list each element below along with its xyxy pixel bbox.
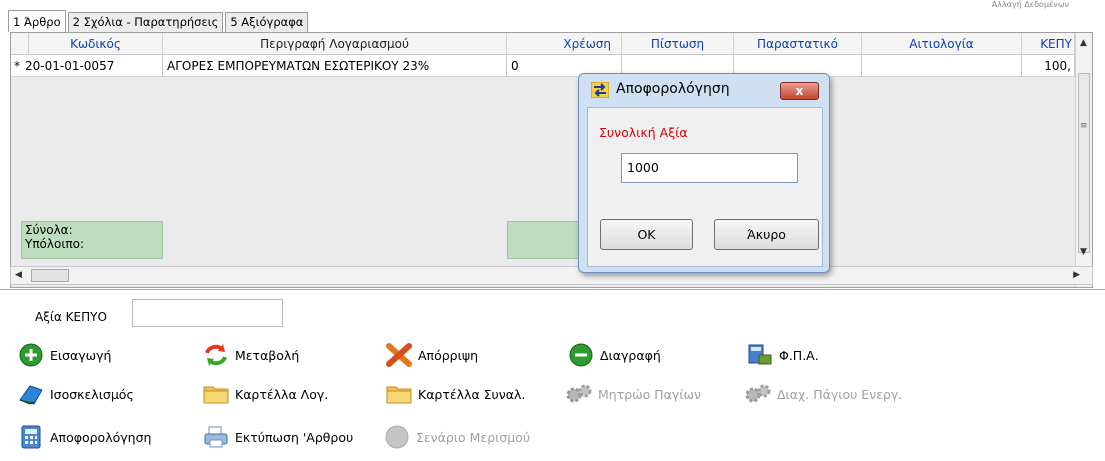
account-card-label: Καρτέλλα Λογ. bbox=[235, 386, 329, 402]
print-entry-button[interactable]: Εκτύπωση 'Αρθρου bbox=[203, 424, 353, 450]
asset-management-button[interactable]: Διαχ. Πάγιου Ενεργ. bbox=[745, 381, 902, 407]
cell-code[interactable]: 20-01-01-0057 bbox=[21, 55, 163, 77]
corner-hint-text: Αλλαγή Δεδομένων bbox=[991, 0, 1069, 9]
horizontal-scroll-thumb[interactable] bbox=[31, 269, 69, 282]
keptyo-input[interactable] bbox=[132, 299, 283, 327]
vat-calculator-icon bbox=[747, 342, 773, 368]
tab-strip: 1 Άρθρο 2 Σχόλια - Παρατηρήσεις 5 Αξιόγρ… bbox=[8, 10, 310, 32]
col-header-description[interactable]: Περιγραφή Λογαριασμού bbox=[163, 33, 507, 55]
tax-removal-label: Αποφορολόγηση bbox=[50, 429, 152, 445]
grid-header: Κωδικός Περιγραφή Λογαριασμού Χρέωση Πίσ… bbox=[11, 33, 1075, 55]
reject-button[interactable]: Απόρριψη bbox=[386, 342, 478, 368]
add-circle-icon bbox=[18, 342, 44, 368]
entries-grid: Κωδικός Περιγραφή Λογαριασμού Χρέωση Πίσ… bbox=[10, 32, 1093, 288]
dialog-title: Αποφορολόγηση bbox=[616, 81, 730, 97]
vertical-scrollbar[interactable]: ▲ ≡ ▼ bbox=[1075, 33, 1092, 287]
close-icon[interactable]: x bbox=[780, 82, 819, 100]
dialog-titlebar[interactable]: Αποφορολόγηση x bbox=[579, 74, 829, 104]
folder-icon bbox=[386, 381, 412, 407]
dialog-app-icon bbox=[590, 81, 610, 101]
balance-label: Ισοσκελισμός bbox=[50, 386, 134, 402]
tab-comments[interactable]: 2 Σχόλια - Παρατηρήσεις bbox=[67, 12, 224, 32]
account-card-button[interactable]: Καρτέλλα Λογ. bbox=[203, 381, 328, 407]
insert-label: Εισαγωγή bbox=[50, 347, 112, 363]
asset-register-button[interactable]: Μητρώο Παγίων bbox=[566, 381, 701, 407]
col-header-reason[interactable]: Αιτιολογία bbox=[862, 33, 1022, 55]
dialog-body: Συνολική Αξία 1000 OK Άκυρο bbox=[587, 107, 823, 267]
vat-button[interactable]: Φ.Π.Α. bbox=[747, 342, 819, 368]
scroll-right-icon[interactable]: ▶ bbox=[1073, 270, 1080, 280]
ok-button[interactable]: OK bbox=[600, 219, 693, 250]
partner-card-label: Καρτέλλα Συναλ. bbox=[418, 386, 526, 402]
tax-removal-button[interactable]: Αποφορολόγηση bbox=[18, 424, 151, 450]
vat-label: Φ.Π.Α. bbox=[779, 347, 819, 363]
asset-management-label: Διαχ. Πάγιου Ενεργ. bbox=[777, 386, 903, 402]
allocation-scenario-button[interactable]: Σενάριο Μερισμού bbox=[384, 424, 530, 450]
col-header-debit[interactable]: Χρέωση bbox=[507, 33, 622, 55]
total-value-label: Συνολική Αξία bbox=[599, 125, 688, 140]
cell-description[interactable]: ΑΓΟΡΕΣ ΕΜΠΟΡΕΥΜΑΤΩΝ ΕΣΩΤΕΡΙΚΟΥ 23% bbox=[163, 55, 507, 77]
calculator-icon bbox=[18, 424, 44, 450]
folder-icon bbox=[203, 381, 229, 407]
delete-button[interactable]: Διαγραφή bbox=[568, 342, 661, 368]
scroll-left-icon[interactable]: ◀ bbox=[15, 270, 22, 280]
tax-removal-dialog: Αποφορολόγηση x Συνολική Αξία 1000 OK Άκ… bbox=[578, 73, 830, 273]
panel-divider bbox=[0, 289, 1105, 290]
delete-label: Διαγραφή bbox=[600, 347, 661, 363]
balance-button[interactable]: Ισοσκελισμός bbox=[18, 381, 134, 407]
tab-entry[interactable]: 1 Άρθρο bbox=[8, 10, 66, 32]
row-marker-header bbox=[11, 33, 29, 55]
balance-label: Υπόλοιπο: bbox=[25, 237, 85, 251]
modify-label: Μεταβολή bbox=[235, 347, 300, 363]
cell-reason[interactable] bbox=[862, 55, 1022, 77]
total-value-input[interactable]: 1000 bbox=[621, 153, 798, 183]
grip-icon: ≡ bbox=[1080, 121, 1088, 131]
keptyo-label: Αξία ΚΕΠΥΟ bbox=[35, 310, 107, 324]
print-entry-label: Εκτύπωση 'Αρθρου bbox=[235, 429, 354, 445]
tab-securities[interactable]: 5 Αξιόγραφα bbox=[225, 12, 309, 32]
cell-keptyo[interactable]: 100, bbox=[1022, 55, 1075, 77]
cancel-button[interactable]: Άκυρο bbox=[714, 219, 819, 250]
vertical-scroll-thumb[interactable] bbox=[1078, 73, 1090, 253]
col-header-credit[interactable]: Πίστωση bbox=[622, 33, 734, 55]
col-header-keptyo[interactable]: ΚΕΠΥ bbox=[1022, 33, 1075, 55]
table-row[interactable]: * 20-01-01-0057 ΑΓΟΡΕΣ ΕΜΠΟΡΕΥΜΑΤΩΝ ΕΣΩΤ… bbox=[11, 55, 1075, 77]
allocation-scenario-label: Σενάριο Μερισμού bbox=[416, 429, 531, 445]
totals-label: Σύνολα: bbox=[25, 223, 73, 237]
remove-circle-icon bbox=[568, 342, 594, 368]
partner-card-button[interactable]: Καρτέλλα Συναλ. bbox=[386, 381, 525, 407]
printer-icon bbox=[203, 424, 229, 450]
refresh-arrows-icon bbox=[203, 342, 229, 368]
scroll-down-icon[interactable]: ▼ bbox=[1080, 247, 1087, 257]
insert-button[interactable]: Εισαγωγή bbox=[18, 342, 111, 368]
circle-icon bbox=[384, 424, 410, 450]
col-header-code[interactable]: Κωδικός bbox=[29, 33, 163, 55]
col-header-document[interactable]: Παραστατικό bbox=[734, 33, 862, 55]
gears-icon bbox=[745, 381, 771, 407]
modify-button[interactable]: Μεταβολή bbox=[203, 342, 299, 368]
scroll-up-icon[interactable]: ▲ bbox=[1080, 38, 1087, 48]
new-row-marker: * bbox=[14, 59, 20, 73]
balance-shape-icon bbox=[18, 381, 44, 407]
reject-label: Απόρριψη bbox=[418, 347, 478, 363]
horizontal-scrollbar[interactable]: ◀ ▶ bbox=[10, 266, 1093, 285]
cross-icon bbox=[386, 342, 412, 368]
gears-icon bbox=[566, 381, 592, 407]
asset-register-label: Μητρώο Παγίων bbox=[598, 386, 701, 402]
